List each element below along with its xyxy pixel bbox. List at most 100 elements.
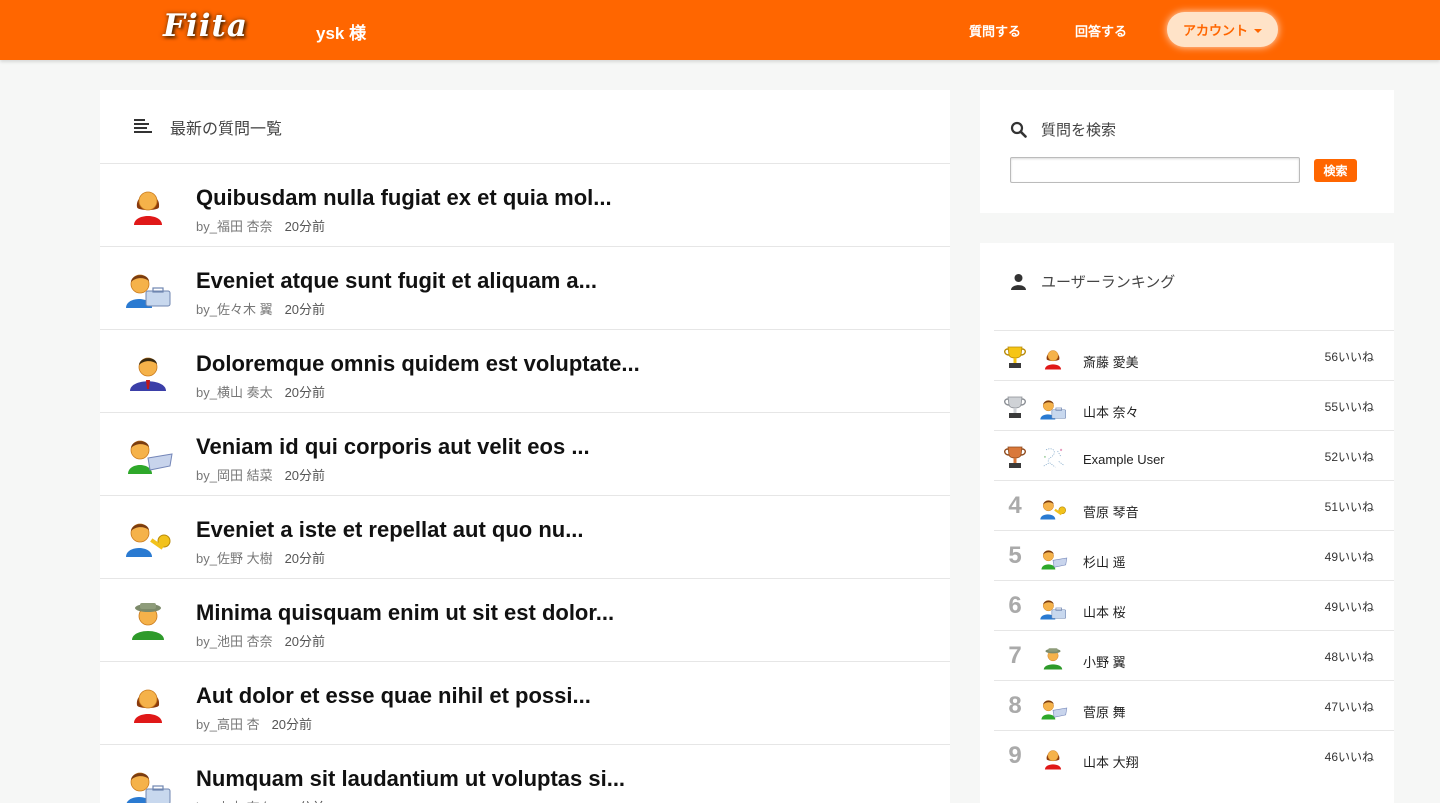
man-key-avatar-icon — [122, 515, 174, 559]
question-time: 20分前 — [284, 634, 326, 649]
question-row[interactable]: Eveniet atque sunt fugit et aliquam a...… — [100, 247, 950, 330]
account-dropdown-button[interactable]: アカウント — [1167, 12, 1278, 47]
question-row[interactable]: Doloremque omnis quidem est voluptate...… — [100, 330, 950, 413]
gold-trophy-icon — [1002, 344, 1028, 370]
ranking-user-name[interactable]: 斎藤 愛美 — [1083, 352, 1139, 371]
woman-red-avatar-icon — [122, 681, 174, 725]
question-title[interactable]: Minima quisquam enim ut sit est dolor... — [196, 600, 614, 626]
question-title[interactable]: Eveniet atque sunt fugit et aliquam a... — [196, 268, 597, 294]
question-author[interactable]: by_池田 杏奈 — [196, 634, 273, 649]
man-key-avatar-icon — [1038, 494, 1068, 522]
ranking-like-count: 52いいね — [1324, 450, 1374, 464]
woman-red-avatar-icon — [1038, 344, 1068, 372]
list-icon — [134, 119, 152, 134]
rank-number: 6 — [1008, 592, 1022, 619]
nav-answer-link[interactable]: 回答する — [1075, 21, 1127, 40]
search-title: 質問を検索 — [1041, 122, 1117, 139]
search-input[interactable] — [1010, 157, 1300, 183]
question-meta: by_横山 奏太 20分前 — [196, 382, 325, 401]
question-time: 20分前 — [271, 717, 313, 732]
rank-number: 9 — [1008, 742, 1022, 769]
ranking-user-name[interactable]: 小野 翼 — [1083, 652, 1126, 671]
question-meta: by_山本 奈々20分前 — [196, 797, 325, 803]
question-title[interactable]: Eveniet a iste et repellat aut quo nu... — [196, 517, 584, 543]
man-briefcase-avatar-icon — [1038, 594, 1068, 622]
question-row[interactable]: Aut dolor et esse quae nihil et possi...… — [100, 662, 950, 745]
question-time: 20分前 — [284, 385, 326, 400]
silver-trophy-icon — [1002, 394, 1028, 420]
ranking-like-count: 51いいね — [1324, 500, 1374, 514]
officer-avatar-icon — [1038, 644, 1068, 672]
rank-number: 7 — [1008, 642, 1022, 669]
question-title[interactable]: Quibusdam nulla fugiat ex et quia mol... — [196, 185, 612, 211]
question-list: Quibusdam nulla fugiat ex et quia mol...… — [100, 164, 950, 803]
question-title[interactable]: Veniam id qui corporis aut velit eos ... — [196, 434, 590, 460]
man-podium-avatar-icon — [1038, 544, 1068, 572]
question-author[interactable]: by_高田 杏 — [196, 717, 260, 732]
question-author[interactable]: by_佐々木 翼 — [196, 302, 273, 317]
question-title[interactable]: Doloremque omnis quidem est voluptate... — [196, 351, 640, 377]
search-button[interactable]: 検索 — [1314, 159, 1357, 182]
rank-number: 8 — [1008, 692, 1022, 719]
question-time: 20分前 — [284, 551, 326, 566]
ranking-like-count: 46いいね — [1324, 750, 1374, 764]
ranking-user-name[interactable]: 菅原 琴音 — [1083, 502, 1139, 521]
question-title[interactable]: Numquam sit laudantium ut voluptas si... — [196, 766, 625, 792]
ranking-row[interactable]: 山本 奈々 55いいね — [994, 380, 1394, 430]
latest-questions-title: 最新の質問一覧 — [170, 120, 283, 138]
man-podium-avatar-icon — [122, 432, 174, 476]
man-briefcase-avatar-icon — [1038, 394, 1068, 422]
question-title[interactable]: Aut dolor et esse quae nihil et possi... — [196, 683, 591, 709]
ranking-user-name[interactable]: 杉山 遥 — [1083, 552, 1126, 571]
ranking-row[interactable]: 5 杉山 遥 49いいね — [994, 530, 1394, 580]
ranking-row[interactable]: 斎藤 愛美 56いいね — [994, 330, 1394, 380]
question-meta: by_佐野 大樹 20分前 — [196, 548, 325, 567]
question-time: 20分前 — [284, 219, 326, 234]
ranking-row[interactable]: 7 小野 翼 48いいね — [994, 630, 1394, 680]
question-row[interactable]: Quibusdam nulla fugiat ex et quia mol...… — [100, 164, 950, 247]
caret-down-icon — [1254, 28, 1262, 33]
nav-ask-question-link[interactable]: 質問する — [969, 21, 1021, 40]
current-user-name: ysk 様 — [316, 24, 367, 43]
ranking-row[interactable]: Example User 52いいね — [994, 430, 1394, 480]
man-briefcase-avatar-icon — [122, 266, 174, 310]
ranking-user-name[interactable]: 菅原 舞 — [1083, 702, 1126, 721]
question-meta: by_池田 杏奈 20分前 — [196, 631, 325, 650]
ranking-user-name[interactable]: 山本 桜 — [1083, 602, 1126, 621]
ranking-row[interactable]: 8 菅原 舞 47いいね — [994, 680, 1394, 730]
ranking-header: ユーザーランキング — [1010, 271, 1175, 292]
latest-questions-panel: 最新の質問一覧 Quibusdam nulla fugiat ex et qui… — [100, 90, 950, 803]
account-label: アカウント — [1182, 23, 1248, 38]
question-author[interactable]: by_岡田 結菜 — [196, 468, 273, 483]
bronze-trophy-icon — [1002, 444, 1028, 470]
ranking-row[interactable]: 9 山本 大翔 46いいね — [994, 730, 1394, 780]
site-logo[interactable]: Fiita — [163, 8, 248, 44]
ranking-user-name[interactable]: 山本 奈々 — [1083, 402, 1139, 421]
question-meta: by_佐々木 翼 20分前 — [196, 299, 325, 318]
question-row[interactable]: Eveniet a iste et repellat aut quo nu...… — [100, 496, 950, 579]
user-ranking-panel: ユーザーランキング 斎藤 愛美 56いいね 山本 奈々 55いいね Exampl… — [980, 243, 1394, 803]
businessman-avatar-icon — [122, 349, 174, 393]
question-row[interactable]: Minima quisquam enim ut sit est dolor...… — [100, 579, 950, 662]
ranking-row[interactable]: 4 菅原 琴音 51いいね — [994, 480, 1394, 530]
ranking-list: 斎藤 愛美 56いいね 山本 奈々 55いいね Example User 52い… — [994, 330, 1394, 780]
search-icon — [1010, 121, 1027, 138]
ranking-row[interactable]: 6 山本 桜 49いいね — [994, 580, 1394, 630]
ranking-like-count: 56いいね — [1324, 350, 1374, 364]
search-panel: 質問を検索 検索 — [980, 90, 1394, 213]
top-navbar: Fiita ysk 様 質問する 回答する アカウント — [0, 0, 1440, 60]
question-row[interactable]: Numquam sit laudantium ut voluptas si...… — [100, 745, 950, 803]
question-author[interactable]: by_福田 杏奈 — [196, 219, 273, 234]
ranking-user-name[interactable]: Example User — [1083, 452, 1165, 467]
ranking-user-name[interactable]: 山本 大翔 — [1083, 752, 1139, 771]
search-header: 質問を検索 — [1010, 119, 1116, 140]
officer-avatar-icon — [122, 598, 174, 642]
rank-number: 5 — [1008, 542, 1022, 569]
ranking-title: ユーザーランキング — [1041, 274, 1176, 291]
question-author[interactable]: by_横山 奏太 — [196, 385, 273, 400]
question-row[interactable]: Veniam id qui corporis aut velit eos ...… — [100, 413, 950, 496]
ranking-like-count: 47いいね — [1324, 700, 1374, 714]
question-author[interactable]: by_佐野 大樹 — [196, 551, 273, 566]
ranking-like-count: 48いいね — [1324, 650, 1374, 664]
question-time: 20分前 — [284, 468, 326, 483]
